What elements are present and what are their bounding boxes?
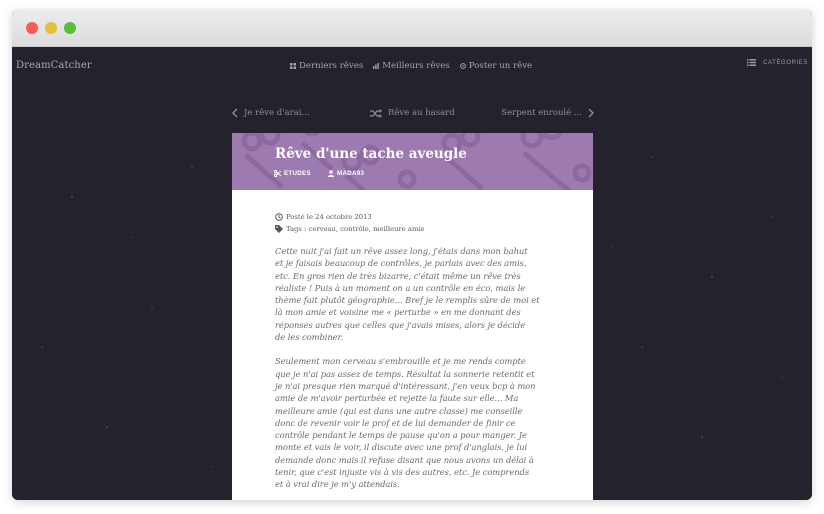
dream-post-date-label: Posté le 24 octobre 2013 <box>286 213 372 221</box>
dream-card: Rêve d'une tache aveugle ETUDES MADA93 P… <box>232 133 593 500</box>
maximize-window-button[interactable] <box>64 22 76 34</box>
text-line: réponses autres que celles que j'avais m… <box>275 319 526 330</box>
next-dream-link[interactable]: Serpent enroulé ... <box>501 108 594 118</box>
nav-latest-dreams[interactable]: Derniers rêves <box>290 61 363 71</box>
main-nav: Derniers rêves Meilleurs rêves Poster un… <box>290 61 532 71</box>
bar-chart-icon <box>373 63 380 69</box>
text-line: demande donc mais il refuse disant que n… <box>275 454 534 465</box>
text-line: thème fait plutôt géographie... Bref je … <box>275 295 540 306</box>
text-line: Seulement mon cerveau s'embrouille et je… <box>275 356 526 367</box>
text-line: contrôle pendant le temps de pause qu'on… <box>275 430 527 441</box>
text-line: donc de revenir voir le prof et de lui d… <box>275 417 516 428</box>
next-dream-label: Serpent enroulé ... <box>501 108 582 118</box>
chevron-right-icon <box>588 108 594 118</box>
browser-window: DreamCatcher Derniers rêves Meilleurs rê… <box>12 10 812 500</box>
text-line: etc. En gros rien de très bizarre, c'éta… <box>275 270 521 281</box>
dream-pager: Je rêve d'arai... Rêve au hasard Serpent… <box>232 107 594 123</box>
chevron-left-icon <box>232 108 238 118</box>
text-line: je n'ai presque rien marqué d'intéressan… <box>275 380 536 391</box>
list-icon <box>747 59 757 66</box>
user-icon <box>328 170 334 177</box>
clock-icon <box>275 213 283 221</box>
dream-body: Posté le 24 octobre 2013 Tags : cerveau,… <box>275 211 550 491</box>
shuffle-icon <box>370 108 382 118</box>
nav-latest-dreams-label: Derniers rêves <box>299 61 364 71</box>
nav-best-dreams[interactable]: Meilleurs rêves <box>373 61 450 71</box>
previous-dream-label: Je rêve d'arai... <box>244 108 310 118</box>
close-window-button[interactable] <box>26 22 38 34</box>
plus-circle-icon <box>459 63 466 69</box>
top-navigation: DreamCatcher Derniers rêves Meilleurs rê… <box>12 47 812 87</box>
text-line: et je faisais beaucoup de contrôles, je … <box>275 258 527 269</box>
site-logo[interactable]: DreamCatcher <box>16 60 92 71</box>
text-line: amie de m'avoir perturbée et rejette la … <box>275 393 519 404</box>
nav-best-dreams-label: Meilleurs rêves <box>382 61 450 71</box>
previous-dream-link[interactable]: Je rêve d'arai... <box>232 108 310 118</box>
text-line: tenir, que c'est injuste vis à vis des a… <box>275 467 530 478</box>
page-viewport: DreamCatcher Derniers rêves Meilleurs rê… <box>12 47 812 500</box>
dream-author-link[interactable]: MADA93 <box>328 170 364 177</box>
text-line: de les combiner. <box>275 332 344 343</box>
text-line: là mon amie et voisine me « perturbe » e… <box>275 307 521 318</box>
dream-title: Rêve d'une tache aveugle <box>275 146 467 162</box>
nav-post-dream-label: Poster un rêve <box>468 61 533 71</box>
dream-category-label: ETUDES <box>284 170 311 177</box>
dream-post-date: Posté le 24 octobre 2013 <box>275 211 550 223</box>
random-dream-link[interactable]: Rêve au hasard <box>370 108 455 118</box>
text-line: monte et vais le voir, il discute avec u… <box>275 442 528 453</box>
categories-label: CATÉGORIES <box>763 59 808 66</box>
text-line: Cette nuit j'ai fait un rêve assez long,… <box>275 246 528 256</box>
scissors-icon <box>274 170 281 177</box>
dream-category-link[interactable]: ETUDES <box>274 170 311 177</box>
text-line: meilleure amie (qui est dans une autre c… <box>275 405 523 416</box>
text-line: et à vrai dire je m'y attendais. <box>275 479 400 490</box>
random-dream-label: Rêve au hasard <box>388 108 455 118</box>
nav-post-dream[interactable]: Poster un rêve <box>459 61 533 71</box>
categories-menu[interactable]: CATÉGORIES <box>747 59 808 66</box>
dream-author-label: MADA93 <box>337 170 365 177</box>
text-line: que je n'ai pas assez de temps. Résultat… <box>275 368 535 379</box>
dream-tags: Tags : cerveau, contrôle, meilleure amie <box>275 223 550 235</box>
dream-header: Rêve d'une tache aveugle ETUDES MADA93 <box>232 133 593 190</box>
minimize-window-button[interactable] <box>45 22 57 34</box>
tag-icon <box>275 225 283 233</box>
dream-paragraph-1: Cette nuit j'ai fait un rêve assez long,… <box>275 245 550 343</box>
grid-icon <box>290 63 296 69</box>
dream-paragraph-2: Seulement mon cerveau s'embrouille et je… <box>275 355 550 490</box>
dream-tags-label: Tags : cerveau, contrôle, meilleure amie <box>286 225 425 233</box>
text-line: réaliste ! Puis à un moment on a un cont… <box>275 282 526 293</box>
window-titlebar <box>12 10 812 47</box>
